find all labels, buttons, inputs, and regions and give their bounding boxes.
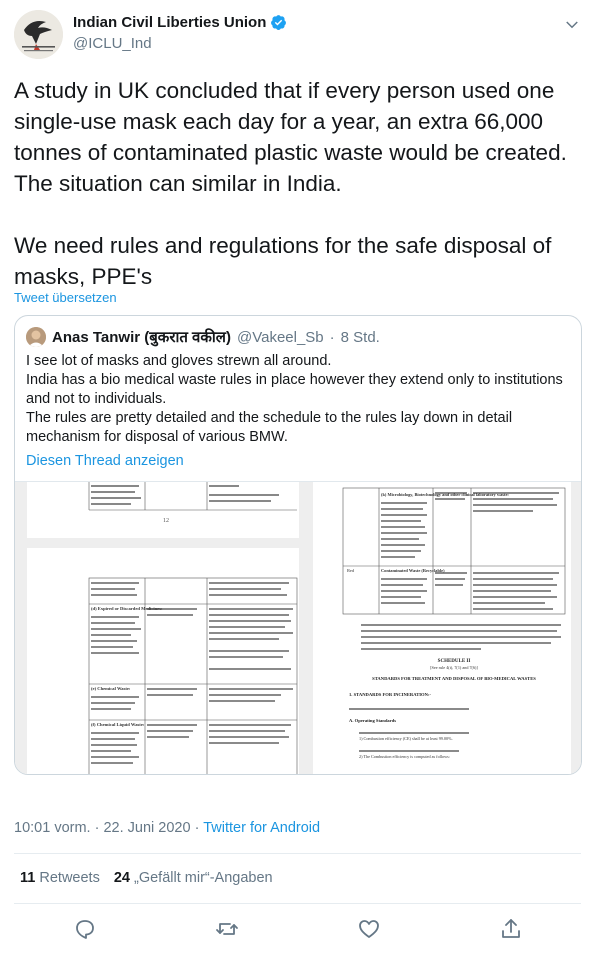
reply-icon[interactable] — [73, 917, 97, 941]
author-avatar[interactable] — [14, 10, 63, 59]
likes-label: „Gefällt mir“-Angaben — [134, 870, 273, 886]
tweet-time[interactable]: 10:01 vorm. — [14, 820, 91, 836]
likes-stat[interactable]: 24 „Gefällt mir“-Angaben — [114, 870, 273, 886]
like-icon[interactable] — [357, 917, 381, 941]
document-image-left[interactable]: 12 (d) Expired or Discarded Medicines: (… — [27, 482, 299, 774]
tweet-text: A study in UK concluded that if every pe… — [14, 78, 567, 289]
quoted-time: 8 Std. — [340, 328, 380, 346]
doc-row-red: Red — [347, 568, 355, 573]
retweets-stat[interactable]: 11 Retweets — [20, 870, 100, 886]
tweet-date[interactable]: 22. Juni 2020 — [103, 820, 190, 836]
author-name-row[interactable]: Indian Civil Liberties Union — [73, 14, 287, 31]
doc-row-contaminated: Contaminated Waste (Recyclable) — [381, 568, 445, 573]
doc-row-chemical-liquid: (f) Chemical Liquid Waste: — [91, 722, 145, 727]
tweet-header: Indian Civil Liberties Union @ICLU_Ind — [14, 10, 581, 60]
tweet-source[interactable]: Twitter for Android — [203, 820, 320, 836]
quoted-separator: · — [329, 328, 335, 346]
quoted-tweet[interactable]: Anas Tanwir (बुकरात वकील) @Vakeel_Sb · 8… — [14, 315, 582, 775]
eagle-logo-icon — [14, 10, 63, 59]
retweets-count: 11 — [20, 870, 36, 886]
quoted-media[interactable]: 12 (d) Expired or Discarded Medicines: (… — [15, 481, 581, 774]
document-image-right[interactable]: (k) Microbiology, Biotechnology and othe… — [313, 482, 571, 774]
quoted-handle: @Vakeel_Sb — [236, 328, 324, 346]
show-thread-link[interactable]: Diesen Thread anzeigen — [26, 453, 184, 469]
verified-badge-icon — [271, 15, 287, 30]
tweet-stats: 11 Retweets 24 „Gefällt mir“-Angaben — [20, 870, 273, 886]
share-icon[interactable] — [499, 917, 523, 941]
doc-line-1: 1) Combustion efficiency (CE) shall be a… — [359, 736, 453, 741]
doc-row-chemical-waste: (e) Chemical Waste: — [91, 686, 131, 691]
person-photo-icon — [26, 327, 46, 347]
doc-section-1: 1. STANDARDS FOR INCINERATION:- — [349, 692, 431, 697]
tweet-actions — [14, 915, 581, 945]
likes-count: 24 — [113, 870, 130, 886]
tweet-meta: 10:01 vorm. · 22. Juni 2020 · Twitter fo… — [14, 820, 320, 836]
doc-row-expired-medicines: (d) Expired or Discarded Medicines: — [91, 606, 163, 611]
chevron-down-icon[interactable] — [563, 16, 581, 34]
author-handle[interactable]: @ICLU_Ind — [73, 35, 152, 52]
doc-line-2: 2) The Combustion efficiency is computed… — [359, 754, 450, 759]
quoted-author-avatar — [26, 327, 46, 347]
divider-bottom — [14, 903, 581, 904]
doc-section-a: A. Operating Standards — [349, 718, 396, 723]
quoted-text: I see lot of masks and gloves strewn all… — [26, 353, 563, 445]
page-number: 12 — [163, 518, 169, 524]
schedule-title: SCHEDULE II — [438, 659, 471, 664]
quoted-display-name: Anas Tanwir (बुकरात वकील) — [52, 329, 231, 346]
author-display-name[interactable]: Indian Civil Liberties Union — [73, 14, 266, 31]
meta-separator-2: · — [194, 820, 200, 836]
meta-separator: · — [94, 820, 100, 836]
translate-tweet-link[interactable]: Tweet übersetzen — [14, 290, 117, 305]
quoted-header: Anas Tanwir (बुकरात वकील) @Vakeel_Sb · 8… — [26, 327, 380, 347]
standards-title: STANDARDS FOR TREATMENT AND DISPOSAL OF … — [372, 676, 536, 681]
retweets-label: Retweets — [39, 870, 100, 886]
retweet-icon[interactable] — [215, 917, 239, 941]
doc-row-microbiology: (k) Microbiology, Biotechnology and othe… — [381, 492, 509, 497]
divider-top — [14, 853, 581, 854]
